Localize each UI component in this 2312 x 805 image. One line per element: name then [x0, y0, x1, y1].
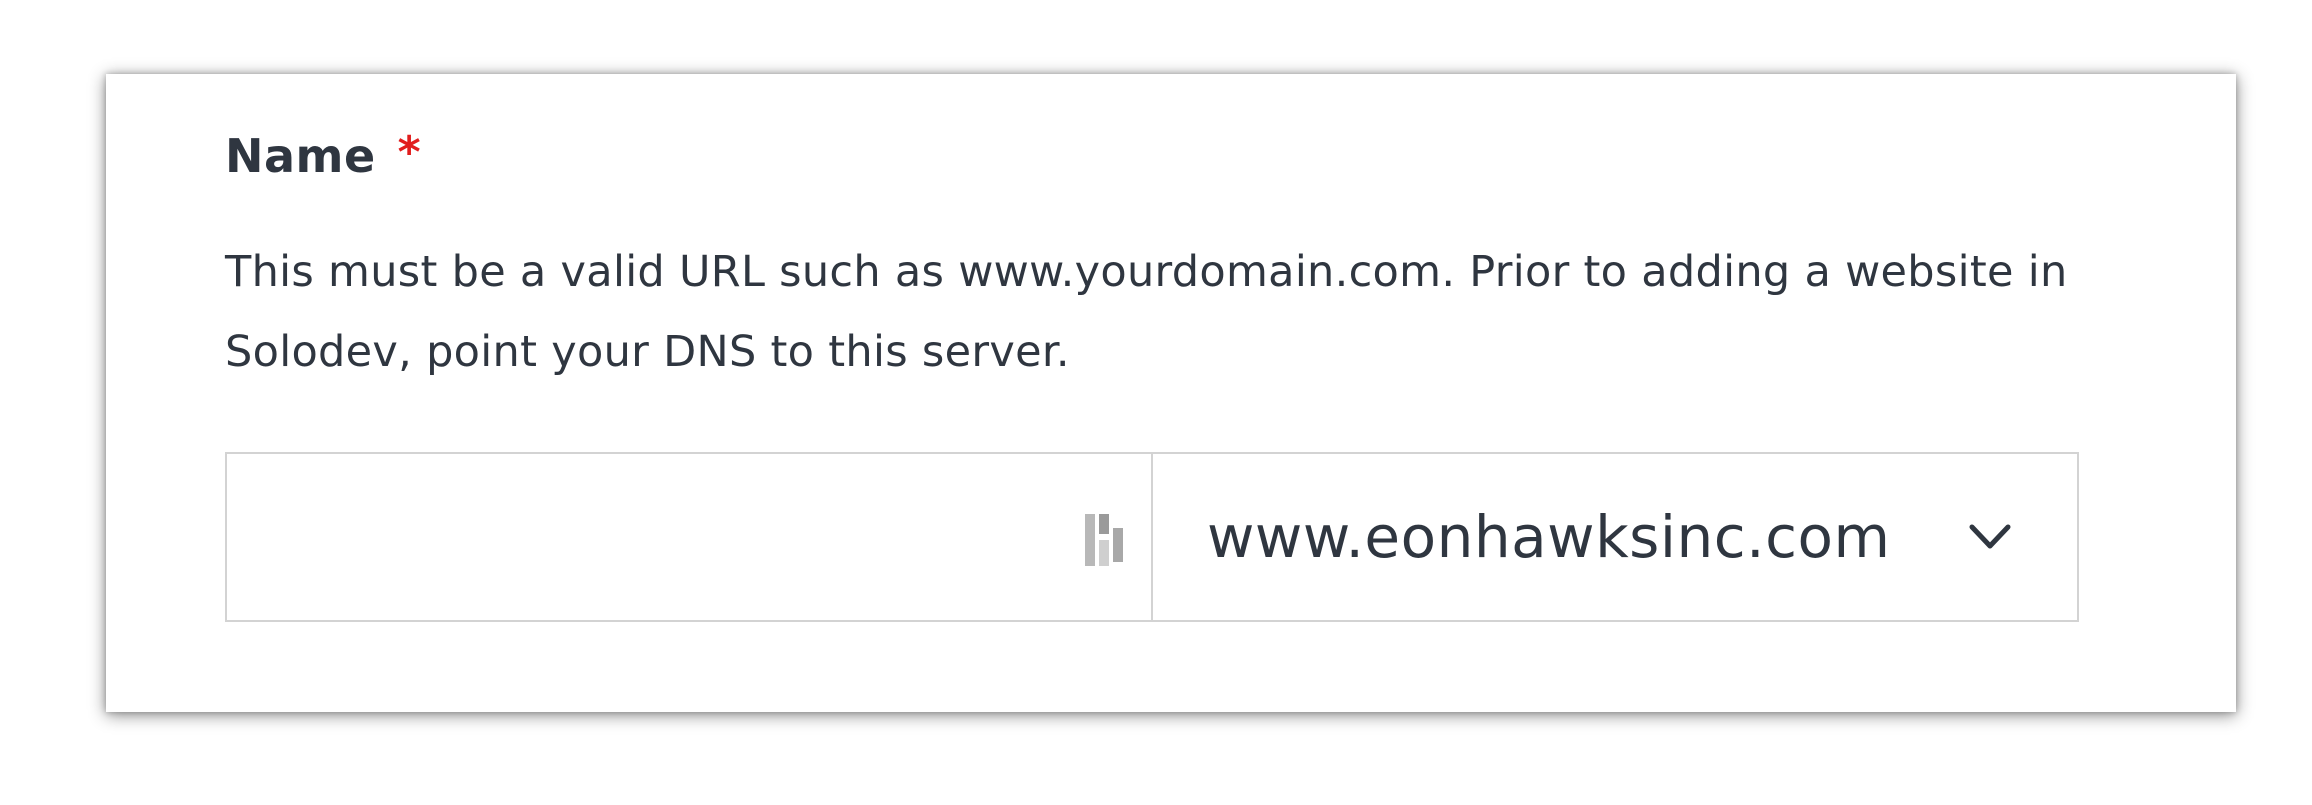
name-label-row: Name * [225, 124, 421, 188]
name-label: Name [225, 129, 376, 183]
help-text: This must be a valid URL such as www.you… [225, 247, 2068, 377]
domain-select-value: www.eonhawksinc.com [1207, 503, 1891, 571]
domain-select[interactable]: www.eonhawksinc.com [1153, 454, 2077, 620]
chevron-down-icon [1969, 524, 2011, 549]
website-name-input-group: www.eonhawksinc.com [225, 452, 2079, 622]
form-card: Name * This must be a valid URL such as … [106, 74, 2236, 712]
name-input-wrapper [227, 454, 1153, 620]
password-manager-autofill-icon[interactable] [1083, 510, 1133, 570]
name-input[interactable] [227, 454, 1151, 620]
required-indicator: * [397, 126, 421, 178]
